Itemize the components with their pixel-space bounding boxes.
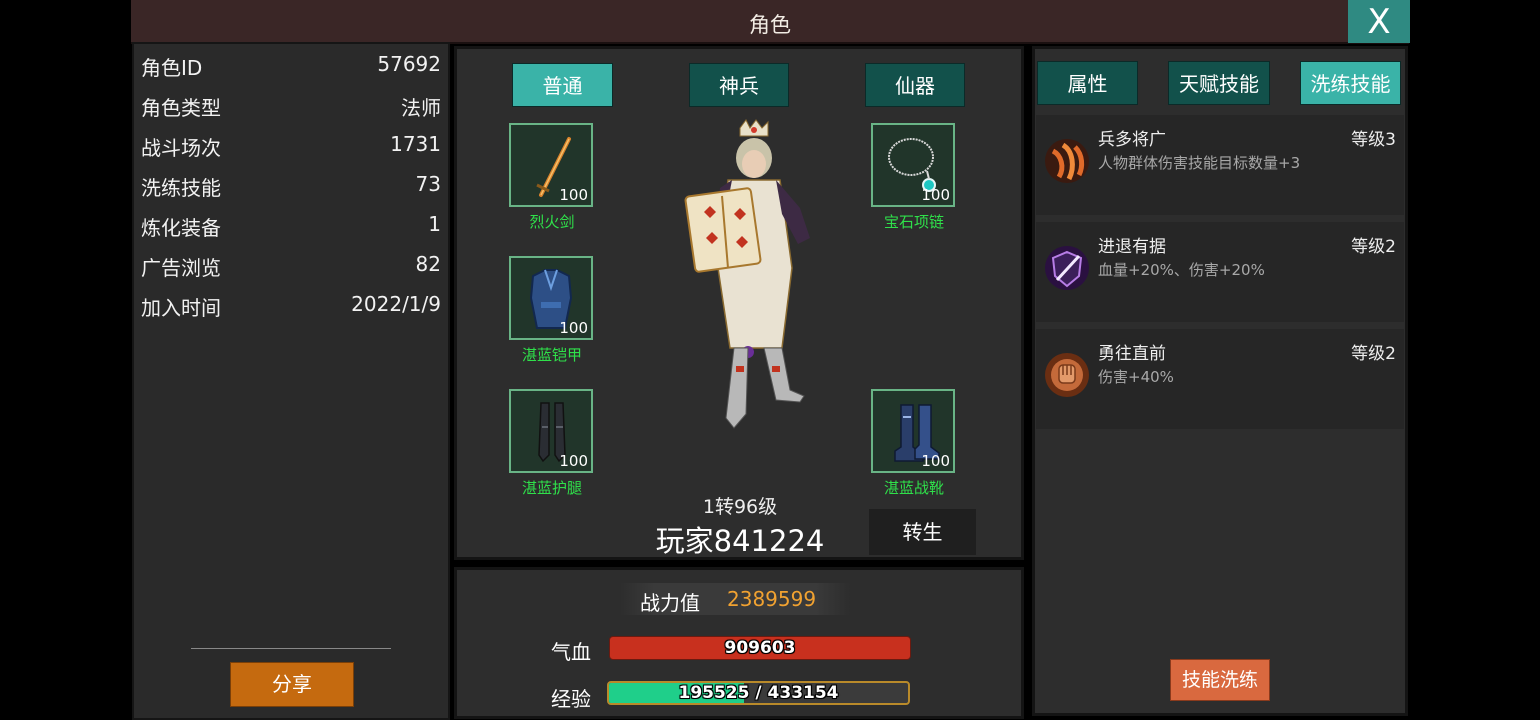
equip-slot-weapon[interactable]: 100 [509, 123, 593, 207]
player-name: 玩家841224 [655, 524, 825, 558]
shield-slash-icon [1045, 246, 1089, 290]
exp-current: 195525 [678, 683, 750, 703]
skill-refine-button[interactable]: 技能洗练 [1170, 659, 1270, 701]
stat-row-id: 角色ID 57692 [141, 52, 441, 88]
tab-attributes[interactable]: 属性 [1037, 61, 1138, 105]
skill-level: 等级2 [1351, 344, 1396, 364]
tab-talent-skills[interactable]: 天赋技能 [1168, 61, 1270, 105]
hp-value: 909603 [724, 638, 796, 658]
stat-label: 加入时间 [141, 296, 221, 320]
item-level: 100 [559, 319, 588, 337]
stat-label: 角色类型 [141, 96, 221, 120]
tab-divine-weapon[interactable]: 神兵 [689, 63, 789, 107]
stat-value: 57692 [377, 52, 441, 76]
exp-max: 433154 [767, 683, 839, 703]
power-value: 2389599 [727, 587, 817, 611]
stat-value: 1 [428, 212, 441, 236]
rebirth-level: 1转96级 [702, 496, 778, 518]
item-level: 100 [559, 452, 588, 470]
skill-name: 进退有据 [1098, 237, 1166, 257]
hp-label: 气血 [551, 640, 591, 664]
equip-name-necklace: 宝石项链 [883, 213, 944, 231]
skill-level: 等级2 [1351, 237, 1396, 257]
rebirth-button[interactable]: 转生 [869, 509, 976, 555]
skill-item[interactable]: 勇往直前 伤害+40% 等级2 [1036, 329, 1404, 429]
skill-item[interactable]: 进退有据 血量+20%、伤害+20% 等级2 [1036, 222, 1404, 322]
stat-value: 法师 [401, 96, 441, 120]
exp-separator: / [755, 683, 762, 703]
share-button[interactable]: 分享 [230, 662, 354, 707]
item-level: 100 [559, 186, 588, 204]
exp-value: 195525 / 433154 [607, 681, 910, 705]
skill-desc: 伤害+40% [1098, 368, 1174, 386]
stat-row-join-date: 加入时间 2022/1/9 [141, 292, 441, 328]
divider [191, 648, 391, 649]
fist-icon [1045, 353, 1089, 397]
equip-slot-boots[interactable]: 100 [871, 389, 955, 473]
tab-immortal-artifact[interactable]: 仙器 [865, 63, 965, 107]
fire-claw-icon [1045, 139, 1089, 183]
equip-name-legs: 湛蓝护腿 [521, 479, 582, 497]
stat-row-ads: 广告浏览 82 [141, 252, 441, 288]
item-level: 100 [921, 186, 950, 204]
window-title: 角色 [749, 13, 791, 37]
stat-row-class: 角色类型 法师 [141, 92, 441, 128]
stat-label: 广告浏览 [141, 256, 221, 280]
skill-name: 勇往直前 [1098, 344, 1166, 364]
tab-refine-skills[interactable]: 洗练技能 [1300, 61, 1401, 105]
stat-label: 炼化装备 [141, 216, 221, 240]
stat-value: 82 [415, 252, 441, 276]
character-model [684, 119, 810, 429]
stat-label: 角色ID [141, 56, 203, 80]
power-label: 战力值 [640, 591, 700, 615]
stat-value: 2022/1/9 [351, 292, 441, 316]
equip-name-armor: 湛蓝铠甲 [521, 346, 582, 364]
stat-value: 1731 [390, 132, 441, 156]
stat-row-battles: 战斗场次 1731 [141, 132, 441, 168]
stat-label: 战斗场次 [141, 136, 221, 160]
equip-slot-necklace[interactable]: 100 [871, 123, 955, 207]
exp-label: 经验 [551, 687, 591, 711]
stat-row-skill-refine: 洗练技能 73 [141, 172, 441, 208]
skill-desc: 血量+20%、伤害+20% [1098, 261, 1265, 279]
skill-desc: 人物群体伤害技能目标数量+3 [1098, 154, 1301, 172]
item-level: 100 [921, 452, 950, 470]
equip-slot-legs[interactable]: 100 [509, 389, 593, 473]
tab-normal[interactable]: 普通 [512, 63, 613, 107]
equip-name-boots: 湛蓝战靴 [883, 479, 944, 497]
equip-name-weapon: 烈火剑 [529, 213, 575, 231]
skill-name: 兵多将广 [1098, 130, 1166, 150]
stat-row-equip-refine: 炼化装备 1 [141, 212, 441, 248]
skill-level: 等级3 [1351, 130, 1396, 150]
stat-value: 73 [415, 172, 441, 196]
skill-item[interactable]: 兵多将广 人物群体伤害技能目标数量+3 等级3 [1036, 115, 1404, 215]
equip-slot-armor[interactable]: 100 [509, 256, 593, 340]
close-button[interactable]: X [1348, 0, 1410, 43]
stat-label: 洗练技能 [141, 176, 221, 200]
